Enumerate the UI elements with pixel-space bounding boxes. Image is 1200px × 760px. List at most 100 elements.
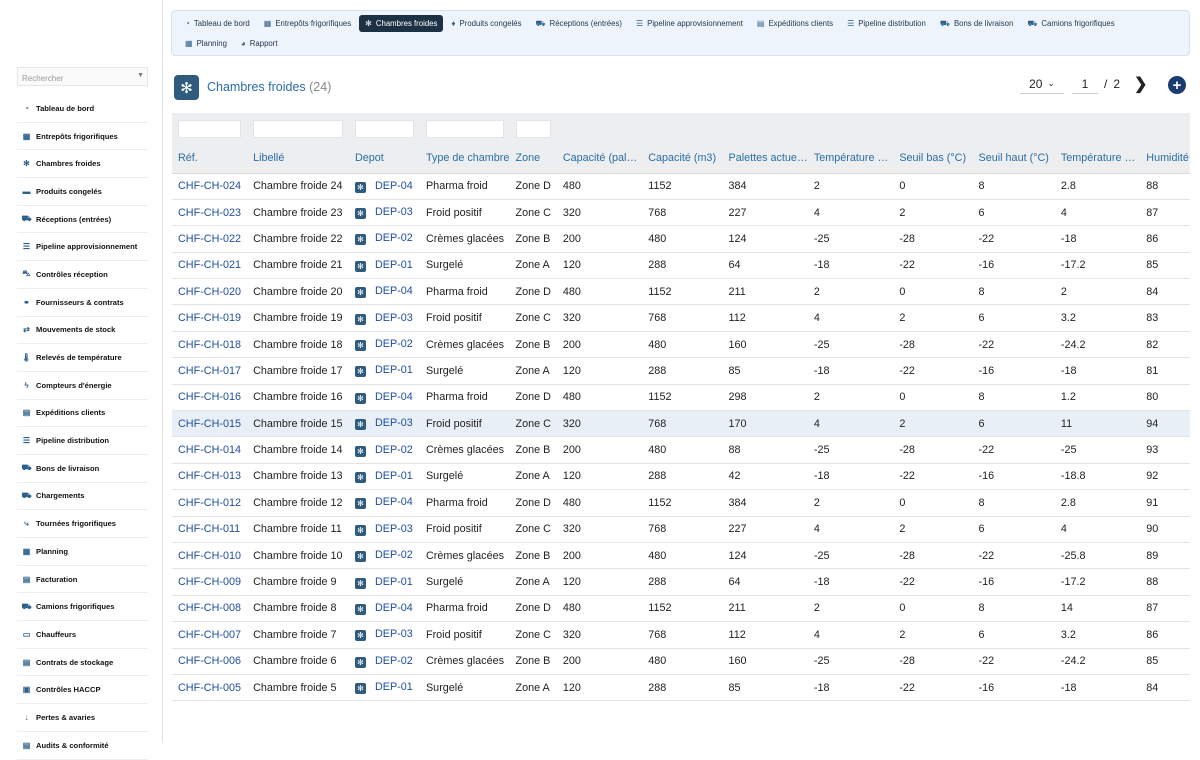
ref-link[interactable]: CHF-CH-021 <box>172 252 247 278</box>
column-header[interactable]: Seuil bas (°C) <box>893 143 973 174</box>
column-header[interactable]: Depot <box>348 143 420 174</box>
table-row[interactable]: CHF-CH-023 Chambre froide 23 ✻ DEP-03 Froid … <box>172 199 1190 226</box>
depot-link[interactable]: ✻ DEP-01 <box>349 463 420 489</box>
table-row[interactable]: CHF-CH-022 Chambre froide 22 ✻ DEP-02 Crèmes… <box>172 226 1190 253</box>
table-row[interactable]: CHF-CH-024 Chambre froide 24 ✻ DEP-04 Pharma… <box>172 173 1190 200</box>
sidebar-item-controles-haccp[interactable]: ▣ Contrôles HACCP <box>17 676 148 705</box>
table-row[interactable]: CHF-CH-021 Chambre froide 21 ✻ DEP-01 Surgel… <box>172 252 1190 279</box>
table-row[interactable]: CHF-CH-018 Chambre froide 18 ✻ DEP-02 Crèmes… <box>172 331 1190 358</box>
ref-link[interactable]: CHF-CH-018 <box>172 331 247 357</box>
search-field[interactable]: ▼ <box>17 67 148 87</box>
ref-link[interactable]: CHF-CH-010 <box>172 542 247 568</box>
ref-link[interactable]: CHF-CH-009 <box>172 569 247 595</box>
column-header[interactable]: Libellé <box>247 143 349 174</box>
column-header[interactable]: Température cible (°C) <box>807 143 894 174</box>
sidebar-item-controles-reception[interactable]: ⛍ Contrôles réception <box>17 261 148 289</box>
ref-link[interactable]: CHF-CH-008 <box>172 595 247 621</box>
table-row[interactable]: CHF-CH-006 Chambre froide 6 ✻ DEP-02 Crèmes … <box>172 648 1190 675</box>
ref-link[interactable]: CHF-CH-020 <box>172 279 247 305</box>
ref-link[interactable]: CHF-CH-016 <box>172 384 247 410</box>
ref-link[interactable]: CHF-CH-019 <box>172 305 247 331</box>
tab-planning[interactable]: ▦ Planning <box>179 35 233 52</box>
sidebar-item-pipeline-distribution[interactable]: ☰ Pipeline distribution <box>17 427 148 455</box>
ref-link[interactable]: CHF-CH-024 <box>172 173 247 199</box>
ref-link[interactable]: CHF-CH-007 <box>172 622 247 648</box>
sidebar-item-chargements[interactable]: ⛟ Chargements <box>17 483 148 511</box>
depot-link[interactable]: ✻ DEP-04 <box>349 384 420 410</box>
depot-link[interactable]: ✻ DEP-03 <box>349 516 420 542</box>
sidebar-item-releves-de-temperature[interactable]: 🌡 Relevés de température <box>17 344 148 372</box>
table-row[interactable]: CHF-CH-011 Chambre froide 11 ✻ DEP-03 Froid … <box>172 516 1190 543</box>
sidebar-item-compteurs-d-energie[interactable]: ϟ Compteurs d'énergie <box>17 372 148 400</box>
column-header[interactable]: Humidité (%) <box>1140 143 1190 174</box>
per-page-select[interactable]: 20 ⌄ <box>1020 74 1064 94</box>
ref-link[interactable]: CHF-CH-012 <box>172 490 247 516</box>
tab-pipeline-distribution[interactable]: ☰ Pipeline distribution <box>841 15 932 32</box>
tab-receptions-entrees[interactable]: ⛟ Réceptions (entrées) <box>530 15 628 32</box>
tab-produits-congeles[interactable]: ♦ Produits congelés <box>445 15 527 32</box>
column-header[interactable]: Capacité (m3) <box>642 143 723 174</box>
sidebar-item-produits-congeles[interactable]: ▬ Produits congelés <box>17 178 148 206</box>
depot-link[interactable]: ✻ DEP-03 <box>349 305 420 331</box>
sidebar-item-mouvements-de-stock[interactable]: ⇄ Mouvements de stock <box>17 317 148 345</box>
depot-link[interactable]: ✻ DEP-04 <box>349 173 420 199</box>
tab-pipeline-approvisionnement[interactable]: ☰ Pipeline approvisionnement <box>630 15 749 32</box>
ref-link[interactable]: CHF-CH-011 <box>172 516 247 542</box>
depot-link[interactable]: ✻ DEP-04 <box>349 279 420 305</box>
depot-link[interactable]: ✻ DEP-04 <box>349 595 420 621</box>
depot-link[interactable]: ✻ DEP-02 <box>349 542 420 568</box>
sidebar-item-entrepots-frigorifiques[interactable]: ▦ Entrepôts frigorifiques <box>17 123 148 151</box>
column-header[interactable]: Seuil haut (°C) <box>972 143 1055 174</box>
search-input[interactable] <box>18 70 133 87</box>
sidebar-item-tableau-de-bord[interactable]: ◔ Tableau de bord <box>17 95 148 123</box>
filter-ref-input[interactable] <box>178 119 242 138</box>
sidebar-item-camions-frigorifiques[interactable]: ⛟ Camions frigorifiques <box>17 593 148 622</box>
depot-link[interactable]: ✻ DEP-03 <box>349 199 420 225</box>
ref-link[interactable]: CHF-CH-013 <box>172 463 247 489</box>
depot-link[interactable]: ✻ DEP-01 <box>349 358 420 384</box>
table-row[interactable]: CHF-CH-014 Chambre froide 14 ✻ DEP-02 Crèmes… <box>172 437 1190 464</box>
tab-bons-de-livraison[interactable]: ⛟ Bons de livraison <box>934 15 1019 32</box>
sidebar-item-facturation[interactable]: ▤ Facturation <box>17 566 148 594</box>
column-header[interactable]: Type de chambre <box>419 143 510 174</box>
table-row[interactable]: CHF-CH-009 Chambre froide 9 ✻ DEP-01 Surgelé… <box>172 569 1190 596</box>
tab-expeditions-clients[interactable]: ▤ Expéditions clients <box>751 15 839 32</box>
column-header[interactable]: Palettes actuelles <box>722 143 808 174</box>
filter-type-input[interactable] <box>425 119 504 138</box>
depot-link[interactable]: ✻ DEP-02 <box>349 648 420 674</box>
sidebar-item-fournisseurs-contrats[interactable]: ⚭ Fournisseurs & contrats <box>17 289 148 317</box>
next-page-icon[interactable]: ❯ <box>1134 74 1147 94</box>
table-row[interactable]: CHF-CH-015 Chambre froide 15 ✻ DEP-03 Froid … <box>172 410 1190 437</box>
ref-link[interactable]: CHF-CH-006 <box>172 648 247 674</box>
tab-rapport[interactable]: ◕ Rapport <box>235 35 284 52</box>
sidebar-item-audits-conformite[interactable]: ▤ Audits & conformité <box>17 732 148 760</box>
ref-link[interactable]: CHF-CH-023 <box>172 199 247 225</box>
table-row[interactable]: CHF-CH-016 Chambre froide 16 ✻ DEP-04 Pharma… <box>172 384 1190 411</box>
depot-link[interactable]: ✻ DEP-01 <box>349 569 420 595</box>
table-row[interactable]: CHF-CH-020 Chambre froide 20 ✻ DEP-04 Pharma… <box>172 279 1190 305</box>
chevron-down-icon[interactable]: ▼ <box>137 72 144 79</box>
ref-link[interactable]: CHF-CH-014 <box>172 437 247 463</box>
sidebar-item-contrats-de-stockage[interactable]: ▤ Contrats de stockage <box>17 649 148 677</box>
table-row[interactable]: CHF-CH-017 Chambre froide 17 ✻ DEP-01 Surgel… <box>172 358 1190 385</box>
sidebar-item-bons-de-livraison[interactable]: ⛟ Bons de livraison <box>17 455 148 483</box>
sidebar-item-tournees-frigorifiques[interactable]: ⤷ Tournées frigorifiques <box>17 510 148 538</box>
ref-link[interactable]: CHF-CH-005 <box>172 674 247 700</box>
depot-link[interactable]: ✻ DEP-04 <box>349 490 420 516</box>
depot-link[interactable]: ✻ DEP-01 <box>349 252 420 278</box>
column-header[interactable]: Réf. <box>172 143 248 174</box>
tab-camions-frigorifiques[interactable]: ⛟ Camions frigorifiques <box>1021 15 1120 32</box>
column-header[interactable]: Température actuelle (°C) <box>1054 143 1141 174</box>
current-page-input[interactable]: 1 <box>1072 74 1098 94</box>
filter-libelle-input[interactable] <box>253 119 343 138</box>
sidebar-item-pertes-avaries[interactable]: ↓ Pertes & avaries <box>17 704 148 732</box>
depot-link[interactable]: ✻ DEP-02 <box>349 437 420 463</box>
table-row[interactable]: CHF-CH-013 Chambre froide 13 ✻ DEP-01 Surgel… <box>172 463 1190 490</box>
depot-link[interactable]: ✻ DEP-03 <box>349 411 420 437</box>
add-button[interactable]: + <box>1168 76 1186 94</box>
table-row[interactable]: CHF-CH-012 Chambre froide 12 ✻ DEP-04 Pharma… <box>172 490 1190 517</box>
sidebar-item-planning[interactable]: ▦ Planning <box>17 538 148 566</box>
sidebar-item-chambres-froides[interactable]: ✻ Chambres froides <box>17 150 148 179</box>
depot-link[interactable]: ✻ DEP-03 <box>349 622 420 648</box>
depot-link[interactable]: ✻ DEP-01 <box>349 674 420 700</box>
